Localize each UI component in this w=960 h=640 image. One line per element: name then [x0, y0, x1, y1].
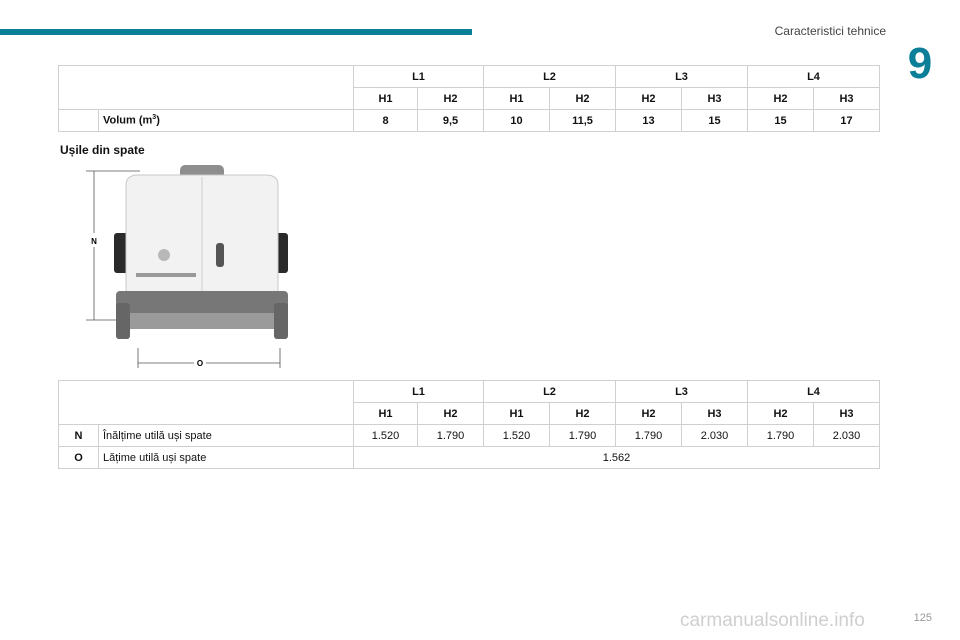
- length-header: L4: [747, 380, 880, 403]
- height-header: H3: [681, 87, 748, 110]
- length-header-row: L1 L2 L3 L4: [58, 65, 880, 110]
- watermark: carmanualsonline.info: [680, 610, 865, 631]
- volume-value: 17: [813, 109, 880, 132]
- section-title: Caracteristici tehnice: [774, 24, 886, 38]
- height-header: H1: [483, 87, 550, 110]
- height-header: H3: [813, 402, 880, 425]
- volume-value: 8: [353, 109, 418, 132]
- height-value: 1.790: [747, 424, 814, 447]
- empty-corner-cell: [58, 380, 354, 425]
- height-header: H2: [615, 402, 682, 425]
- height-value: 1.520: [483, 424, 550, 447]
- row-label: Lățime utilă uși spate: [98, 446, 354, 469]
- table-row: N Înălțime utilă uși spate 1.520 1.790 1…: [58, 424, 880, 447]
- left-wheel: [116, 303, 130, 339]
- volume-value: 15: [747, 109, 814, 132]
- height-header: H1: [353, 87, 418, 110]
- row-code: N: [58, 424, 99, 447]
- height-value: 1.790: [549, 424, 616, 447]
- door-handle: [216, 243, 224, 267]
- brand-logo: [158, 249, 170, 261]
- right-wheel: [274, 303, 288, 339]
- rear-bumper: [116, 291, 288, 313]
- row-code: O: [58, 446, 99, 469]
- row-label: Înălțime utilă uși spate: [98, 424, 354, 447]
- volume-table: L1 L2 L3 L4 H1 H2 H1 H2 H2 H3 H2 H3 Volu…: [58, 65, 880, 132]
- volume-value: 10: [483, 109, 550, 132]
- length-header: L2: [483, 380, 616, 403]
- empty-code-cell: [58, 109, 99, 132]
- volume-value: 13: [615, 109, 682, 132]
- height-header: H2: [549, 87, 616, 110]
- height-header: H2: [549, 402, 616, 425]
- length-header: L2: [483, 65, 616, 88]
- height-header: H3: [681, 402, 748, 425]
- step-plate: [130, 313, 274, 329]
- table-row: Volum (m3) 8 9,5 10 11,5 13 15 15 17: [58, 109, 880, 132]
- width-value: 1.562: [353, 446, 880, 469]
- volume-row-label: Volum (m3): [98, 109, 354, 132]
- height-value: 1.520: [353, 424, 418, 447]
- door-trim: [136, 273, 196, 277]
- length-header-row: L1 L2 L3 L4: [58, 380, 880, 425]
- height-value: 1.790: [417, 424, 484, 447]
- height-header: H2: [417, 402, 484, 425]
- volume-value: 15: [681, 109, 748, 132]
- table-row: O Lățime utilă uși spate 1.562: [58, 446, 880, 469]
- empty-corner-cell: [58, 65, 354, 110]
- volume-value: 11,5: [549, 109, 616, 132]
- height-header: H2: [747, 402, 814, 425]
- van-rear-illustration: N O: [86, 165, 288, 368]
- length-header: L4: [747, 65, 880, 88]
- rear-doors-heading: Ușile din spate: [60, 143, 145, 157]
- length-header: L1: [353, 65, 484, 88]
- height-header: H2: [747, 87, 814, 110]
- rear-doors-table: L1 L2 L3 L4 H1 H2 H1 H2 H2 H3 H2 H3 N În…: [58, 380, 880, 469]
- height-value: 2.030: [681, 424, 748, 447]
- height-marker-label: N: [91, 237, 97, 246]
- volume-value: 9,5: [417, 109, 484, 132]
- chapter-number: 9: [907, 39, 933, 88]
- header-accent-bar: [0, 29, 472, 35]
- page-number: 125: [913, 612, 932, 624]
- height-value: 2.030: [813, 424, 880, 447]
- length-header: L3: [615, 65, 748, 88]
- height-header: H2: [615, 87, 682, 110]
- height-value: 1.790: [615, 424, 682, 447]
- height-header: H3: [813, 87, 880, 110]
- height-header: H2: [417, 87, 484, 110]
- height-header: H1: [483, 402, 550, 425]
- length-header: L1: [353, 380, 484, 403]
- length-header: L3: [615, 380, 748, 403]
- height-header: H1: [353, 402, 418, 425]
- width-marker-label: O: [197, 359, 203, 368]
